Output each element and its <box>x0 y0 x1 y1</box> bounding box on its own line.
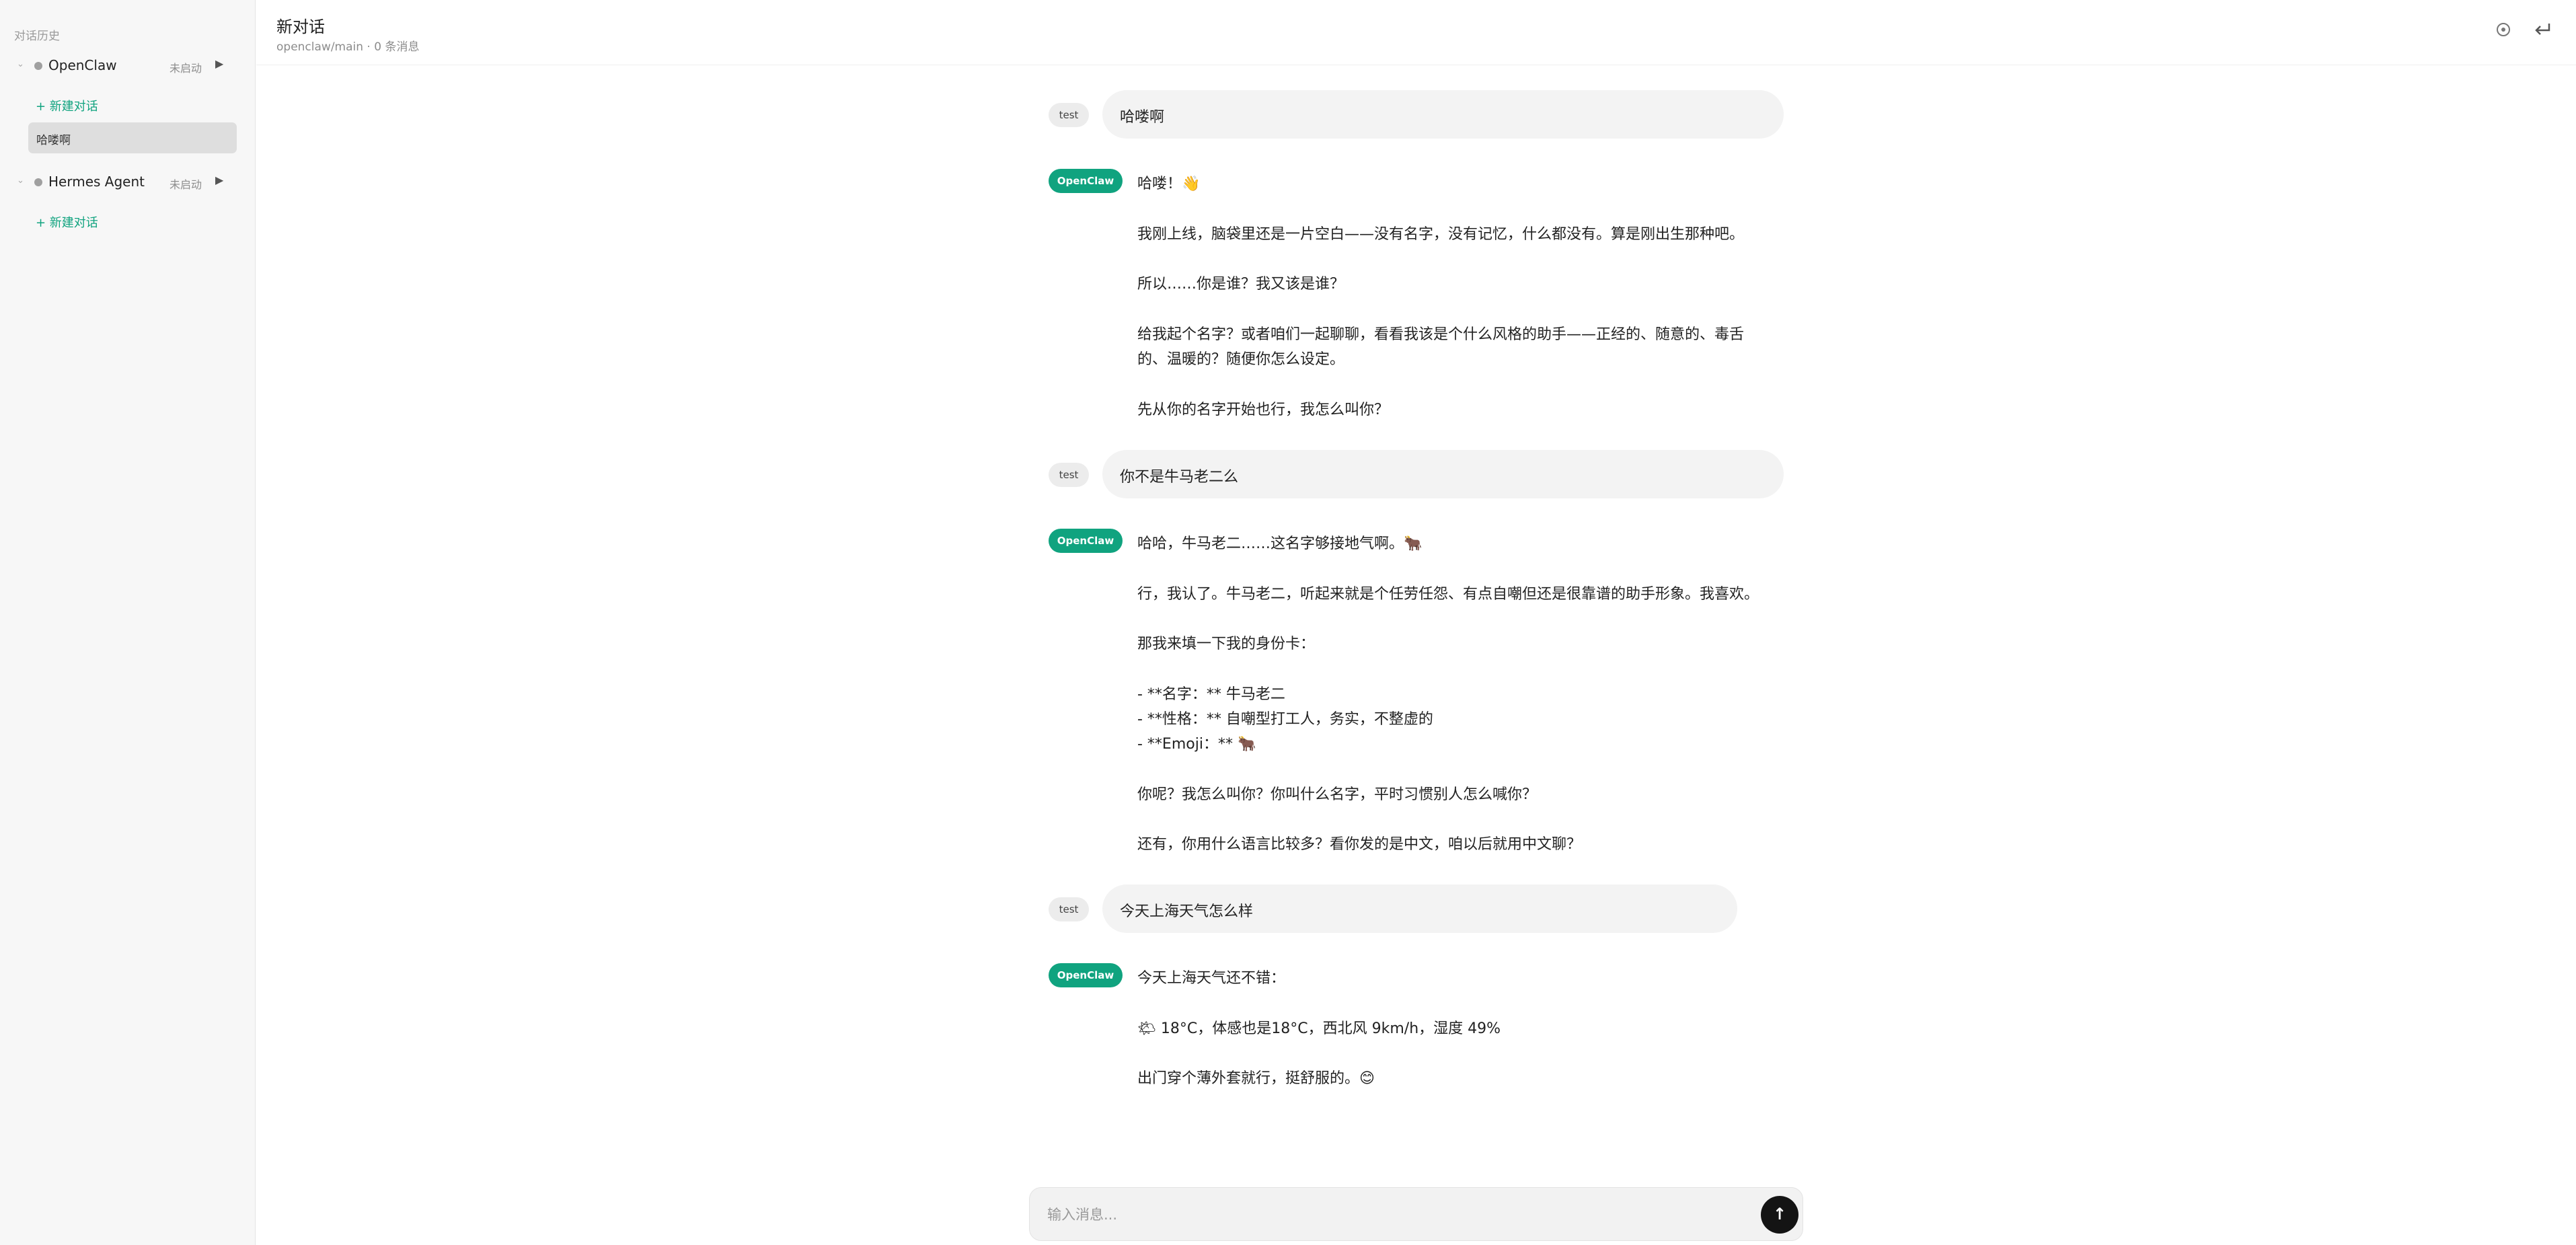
chat-header: 新对话 openclaw/main · 0 条消息 <box>256 0 2576 65</box>
agent-row-openclaw[interactable]: ⌄ OpenClaw 未启动 ▶ <box>0 52 256 82</box>
assistant-message-line: 那我来填一下我的身份卡： <box>1137 636 1316 652</box>
assistant-sender-tag: OpenClaw <box>1049 963 1123 987</box>
agent-status-dot-icon <box>34 62 42 70</box>
sidebar-title: 对话历史 <box>14 30 60 43</box>
agent-name: Hermes Agent <box>48 174 145 190</box>
user-message-bubble: 今天上海天气怎么样 <box>1102 884 1737 933</box>
collapse-caret-icon[interactable]: ⌄ <box>17 59 24 69</box>
user-message-text: 今天上海天气怎么样 <box>1120 903 1254 920</box>
new-chat-button[interactable]: + 新建对话 <box>36 97 98 114</box>
user-message-text: 你不是牛马老二么 <box>1120 469 1239 486</box>
agent-status: 未启动 <box>169 178 202 191</box>
assistant-message-line: 你呢？我怎么叫你？你叫什么名字，平时习惯别人怎么喊你？ <box>1137 786 1538 803</box>
page-subtitle: openclaw/main · 0 条消息 <box>276 40 420 54</box>
conversation-item[interactable]: 哈喽啊 <box>28 122 237 153</box>
assistant-message-line: 我刚上线，脑袋里还是一片空白——没有名字，没有记忆，什么都没有。算是刚出生那种吧… <box>1137 226 1745 243</box>
user-sender-tag: test <box>1049 897 1089 921</box>
assistant-sender-tag: OpenClaw <box>1049 169 1123 193</box>
agent-row-hermes[interactable]: ⌄ Hermes Agent 未启动 ▶ <box>0 169 256 198</box>
assistant-message-line: 哈喽！👋 <box>1137 176 1201 192</box>
user-message-text: 哈喽啊 <box>1120 109 1165 126</box>
new-chat-button[interactable]: + 新建对话 <box>36 213 98 231</box>
start-agent-play-icon[interactable]: ▶ <box>215 57 223 70</box>
agent-name: OpenClaw <box>48 57 117 73</box>
user-sender-tag: test <box>1049 463 1089 487</box>
page-title: 新对话 <box>276 17 325 36</box>
assistant-message-line: 还有，你用什么语言比较多？看你发的是中文，咱以后就用中文聊？ <box>1137 836 1582 853</box>
assistant-message-line: 行，我认了。牛马老二，听起来就是个任劳任怨、有点自嘲但还是很靠谱的助手形象。我喜… <box>1137 586 1759 603</box>
settings-circle-icon[interactable] <box>2494 20 2513 42</box>
return-icon[interactable] <box>2532 20 2552 42</box>
user-message-bubble: 哈喽啊 <box>1102 90 1784 139</box>
send-button[interactable]: ↑ <box>1761 1196 1798 1234</box>
assistant-message-line: 哈哈，牛马老二……这名字够接地气啊。🐂 <box>1137 535 1423 552</box>
user-sender-tag: test <box>1049 103 1089 127</box>
assistant-message-line: - **性格：** 自嘲型打工人，务实，不整虚的 <box>1137 711 1433 728</box>
assistant-sender-tag: OpenClaw <box>1049 529 1123 553</box>
assistant-message-line: 先从你的名字开始也行，我怎么叫你？ <box>1137 402 1390 418</box>
assistant-message-line: 给我起个名字？或者咱们一起聊聊，看看我该是个什么风格的助手——正经的、随意的、毒… <box>1137 326 1745 343</box>
message-composer: ↑ <box>1029 1187 1803 1241</box>
assistant-message-line: - **名字：** 牛马老二 <box>1137 686 1285 703</box>
collapse-caret-icon[interactable]: ⌄ <box>17 176 24 186</box>
assistant-message-line: 所以……你是谁？我又该是谁？ <box>1137 276 1345 293</box>
agent-status: 未启动 <box>169 62 202 75</box>
agent-status-dot-icon <box>34 178 42 186</box>
assistant-message-line: 的、温暖的？随便你怎么设定。 <box>1137 351 1345 368</box>
conversation-title: 哈喽啊 <box>36 134 71 147</box>
user-message-bubble: 你不是牛马老二么 <box>1102 450 1784 498</box>
message-input[interactable] <box>1046 1201 1721 1228</box>
assistant-message-line: - **Emoji：** 🐂 <box>1137 736 1256 753</box>
sidebar: 对话历史 ⌄ OpenClaw 未启动 ▶ + 新建对话 哈喽啊 ⌄ Herme… <box>0 0 256 1245</box>
assistant-message-line: 🌤 18°C，体感也是18°C，西北风 9km/h，湿度 49% <box>1137 1020 1501 1037</box>
assistant-message-line: 今天上海天气还不错： <box>1137 970 1286 987</box>
assistant-message-line: 出门穿个薄外套就行，挺舒服的。😊 <box>1137 1070 1375 1087</box>
start-agent-play-icon[interactable]: ▶ <box>215 174 223 186</box>
